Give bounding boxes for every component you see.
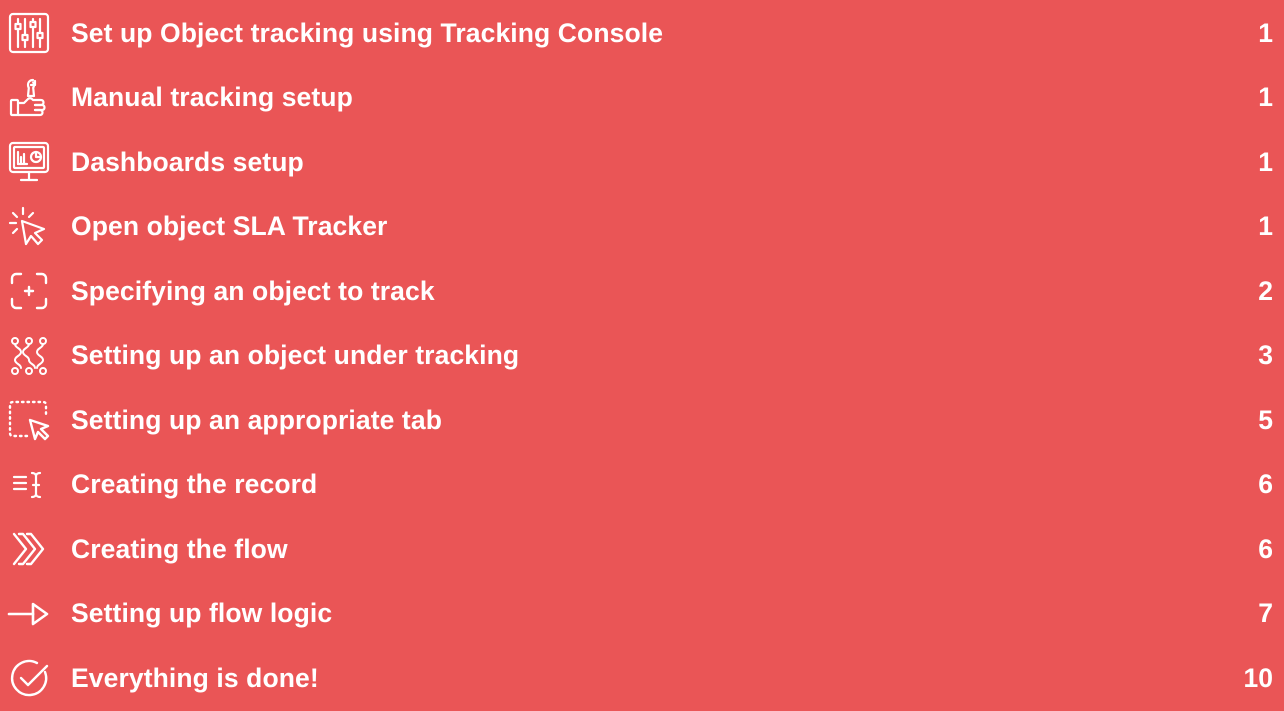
toc-item-flow-logic[interactable]: Setting up flow logic 7 [0, 582, 1284, 647]
toc-item-page-number: 2 [1258, 275, 1273, 306]
toc-item-label: Open object SLA Tracker [71, 211, 388, 242]
table-of-contents: Set up Object tracking using Tracking Co… [0, 0, 1284, 697]
toc-item-label: Setting up flow logic [71, 598, 333, 629]
selection-cursor-icon [4, 395, 54, 445]
check-circle-icon [4, 653, 54, 703]
toc-item-creating-record[interactable]: Creating the record 6 [0, 453, 1284, 518]
toc-item-page-number: 1 [1258, 17, 1273, 48]
toc-item-label: Set up Object tracking using Tracking Co… [71, 17, 664, 48]
toc-item-label: Manual tracking setup [71, 82, 353, 113]
toc-item-everything-done[interactable]: Everything is done! 10 [0, 646, 1284, 711]
toc-item-manual-tracking[interactable]: Manual tracking setup 1 [0, 66, 1284, 131]
toc-item-label: Everything is done! [71, 662, 319, 693]
arrow-right-icon [4, 589, 54, 639]
toc-item-label: Setting up an appropriate tab [71, 404, 442, 435]
click-cursor-icon [4, 202, 54, 252]
toc-item-object-tracking[interactable]: Set up Object tracking using Tracking Co… [0, 1, 1284, 66]
toc-item-label: Specifying an object to track [71, 275, 435, 306]
toc-item-page-number: 7 [1258, 598, 1273, 629]
toc-item-page-number: 5 [1258, 404, 1273, 435]
toc-item-label: Setting up an object under tracking [71, 340, 520, 371]
target-frame-icon [4, 266, 54, 316]
dashboard-monitor-icon [4, 137, 54, 187]
double-chevron-icon [4, 524, 54, 574]
network-nodes-icon [4, 331, 54, 381]
toc-item-creating-flow[interactable]: Creating the flow 6 [0, 517, 1284, 582]
toc-item-page-number: 1 [1258, 146, 1273, 177]
toc-item-label: Creating the record [71, 469, 318, 500]
hand-wrench-icon [4, 73, 54, 123]
sliders-icon [4, 8, 54, 58]
toc-item-specifying-object[interactable]: Specifying an object to track 2 [0, 259, 1284, 324]
toc-item-appropriate-tab[interactable]: Setting up an appropriate tab 5 [0, 388, 1284, 453]
toc-item-page-number: 6 [1258, 533, 1273, 564]
toc-item-sla-tracker[interactable]: Open object SLA Tracker 1 [0, 195, 1284, 260]
toc-item-label: Creating the flow [71, 533, 288, 564]
text-cursor-icon [4, 460, 54, 510]
toc-item-object-under-tracking[interactable]: Setting up an object under tracking 3 [0, 324, 1284, 389]
toc-item-page-number: 10 [1243, 662, 1273, 693]
toc-item-dashboards[interactable]: Dashboards setup 1 [0, 130, 1284, 195]
toc-item-label: Dashboards setup [71, 146, 304, 177]
toc-item-page-number: 3 [1258, 340, 1273, 371]
toc-item-page-number: 1 [1258, 82, 1273, 113]
toc-item-page-number: 1 [1258, 211, 1273, 242]
toc-item-page-number: 6 [1258, 469, 1273, 500]
